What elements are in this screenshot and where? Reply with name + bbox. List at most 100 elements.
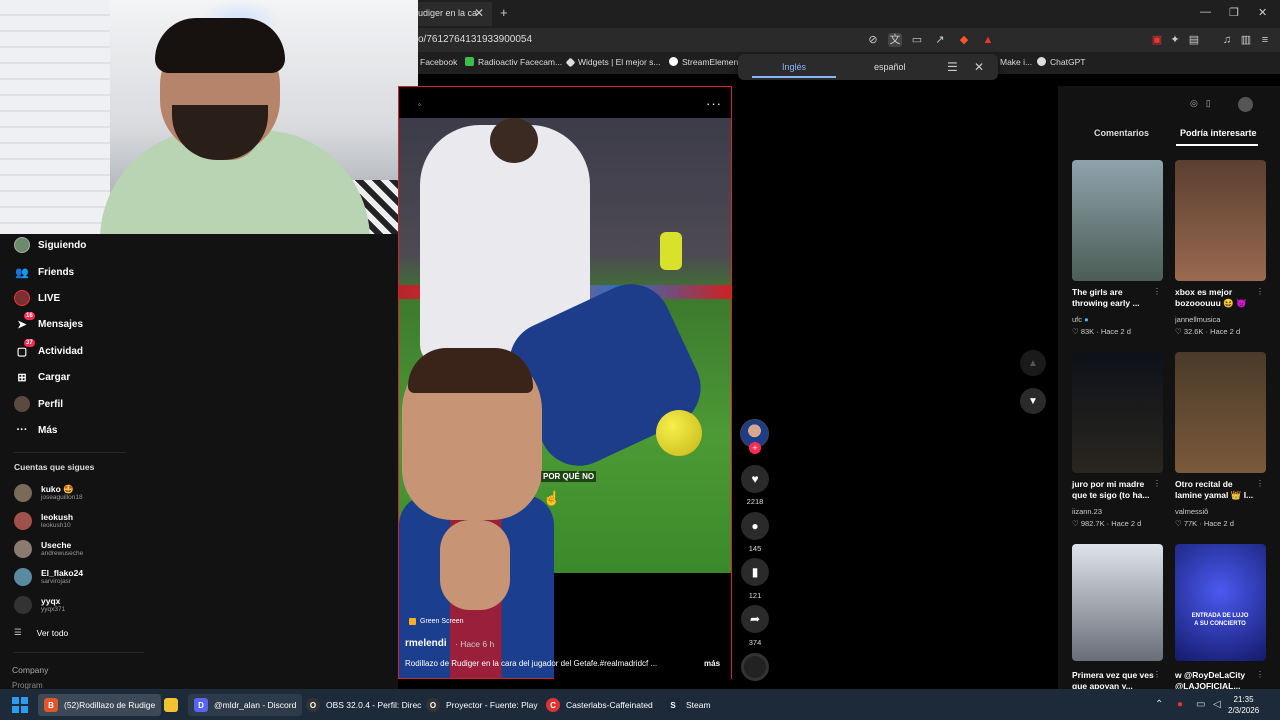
bookmark-widgets[interactable]: Widgets | El mejor s... (565, 57, 661, 68)
card-more-icon[interactable]: ⋮ (1153, 479, 1161, 488)
taskbar-item-projector[interactable]: O Proyector - Fuente: Play (420, 694, 544, 716)
tray-chevron-up-icon[interactable]: ⌃ (1155, 699, 1163, 710)
cast-icon[interactable]: ▭ (910, 33, 924, 47)
compass-icon[interactable]: ◎ (1190, 98, 1198, 109)
video-thumbnail[interactable] (1175, 160, 1266, 281)
menu-icon[interactable]: ≡ (1258, 33, 1272, 47)
sidebar-item-upload[interactable]: ⊞ Cargar (14, 367, 70, 387)
previous-video-chevron-up-icon[interactable]: ▲ (1020, 350, 1046, 376)
video-thumbnail[interactable] (1072, 160, 1163, 281)
like-button[interactable]: ♥ (741, 465, 769, 493)
sound-disc-icon[interactable] (741, 653, 769, 681)
avatar (14, 568, 32, 586)
window-close-icon[interactable]: ✕ (1258, 6, 1267, 19)
followed-account-useche[interactable]: Useche andrewuseche (14, 536, 83, 562)
tab-close-icon[interactable]: ✕ (474, 6, 484, 20)
video-more-options-icon[interactable]: ··· (706, 96, 722, 111)
minimize-icon[interactable]: — (1200, 6, 1211, 18)
save-button[interactable]: ▮ (741, 558, 769, 586)
sidebar-item-following[interactable]: Siguiendo (14, 235, 86, 255)
extensions-icon[interactable]: ✦ (1168, 33, 1182, 47)
avatar (14, 596, 32, 614)
video-thumbnail[interactable] (1072, 544, 1163, 661)
no-tracking-icon[interactable]: ⊘ (866, 33, 880, 47)
share-button[interactable]: ➦ (741, 605, 769, 633)
streamelements-icon (669, 57, 678, 66)
sidebar-item-friends[interactable]: 👥 Friends (14, 262, 74, 282)
translate-source-language[interactable]: Inglés (782, 62, 806, 72)
sidebar-item-profile[interactable]: Perfil (14, 394, 63, 414)
card-more-icon[interactable]: ⋮ (1153, 287, 1161, 296)
taskbar-item-discord[interactable]: D @mldr_alan - Discord (188, 694, 303, 716)
video-author[interactable]: rmelendi (405, 638, 447, 649)
card-author[interactable]: valmessiô (1175, 507, 1208, 516)
comment-button[interactable]: ● (741, 512, 769, 540)
taskbar-item-casterlabs[interactable]: C Casterlabs-Caffeinated (540, 694, 659, 716)
sidebar-item-more[interactable]: ··· Más (14, 420, 58, 440)
avatar (14, 484, 32, 502)
card-title[interactable]: Primera vez que ves que apoyan y... (1072, 670, 1157, 689)
share-icon[interactable]: ↗ (933, 33, 947, 47)
see-all-button[interactable]: ☰ Ver todo (14, 627, 68, 638)
taskbar-item-steam[interactable]: S Steam (660, 694, 717, 716)
card-author[interactable]: jannellmusica (1175, 315, 1220, 324)
card-title[interactable]: The girls are throwing early ... (1072, 287, 1157, 309)
windows-start-icon[interactable] (12, 697, 28, 713)
phone-icon[interactable]: ▯ (1206, 98, 1211, 109)
tab-might-interest[interactable]: Podría interesarte (1180, 128, 1257, 138)
followed-account-kuko[interactable]: kuko 🤩 joseaguillon18 (14, 480, 83, 506)
maximize-icon[interactable]: ❐ (1229, 6, 1239, 19)
card-more-icon[interactable]: ⋮ (1256, 479, 1264, 488)
video-thumbnail[interactable] (1175, 352, 1266, 473)
followed-account-elflako[interactable]: El_flako24 sarvirojasr (14, 564, 83, 590)
extension-red-icon[interactable]: ▣ (1150, 33, 1164, 47)
sidebar-item-live[interactable]: LIVE (14, 288, 60, 308)
card-author[interactable]: iizann.23 (1072, 507, 1102, 516)
card-title[interactable]: xbox es mejor bozooouuu 😆 😈 (1175, 287, 1260, 309)
card-more-icon[interactable]: ⋮ (1256, 670, 1264, 679)
microphone-icon[interactable]: ● (1177, 699, 1183, 710)
company-link[interactable]: Company (12, 665, 48, 675)
bookmark-radioactiv[interactable]: Radioactiv Facecam... (465, 57, 562, 67)
new-tab-icon[interactable]: + (500, 5, 508, 20)
network-icon[interactable]: ▭ (1196, 699, 1205, 710)
media-icon[interactable]: ♫ (1220, 33, 1234, 47)
green-screen-tag[interactable]: Green Screen (409, 618, 464, 625)
translate-target-language[interactable]: español (874, 62, 906, 72)
taskbar-item-browser[interactable]: B (52)Rodillazo de Rudige (38, 694, 162, 716)
translate-options-icon[interactable]: ☰ (947, 60, 958, 74)
card-title[interactable]: juro por mi madre que te sigo (to ha... (1072, 479, 1157, 501)
downloads-icon[interactable]: ▤ (1187, 33, 1201, 47)
card-title[interactable]: Otro recital de lamine yamal 👑 I... (1175, 479, 1260, 501)
sidebar-item-messages[interactable]: ➤ 16 Mensajes (14, 312, 83, 334)
bookmark-make[interactable]: Make i... (1000, 57, 1032, 67)
bookmark-facebook[interactable]: Facebook (420, 57, 457, 67)
sidebar-toggle-icon[interactable]: ▥ (1239, 33, 1253, 47)
brave-shield-icon[interactable]: ◆ (957, 33, 971, 47)
next-video-chevron-down-icon[interactable]: ▼ (1020, 388, 1046, 414)
card-title[interactable]: w @RoyDeLaCity @LAJOFICIAL... (1175, 670, 1260, 689)
brave-rewards-icon[interactable]: ▲ (981, 33, 995, 47)
follow-plus-icon[interactable]: + (749, 442, 761, 454)
description-more-button[interactable]: más (704, 659, 720, 668)
bookmark-streamelement[interactable]: StreamElement (669, 57, 741, 67)
video-thumbnail[interactable] (1072, 352, 1163, 473)
volume-icon[interactable]: ◁ (1213, 699, 1221, 710)
followed-account-yyqx[interactable]: yyqx yyqx371 (14, 592, 65, 618)
user-avatar[interactable] (1238, 97, 1253, 112)
card-more-icon[interactable]: ⋮ (1153, 670, 1161, 679)
system-clock[interactable]: 21:35 2/3/2026 (1228, 694, 1259, 716)
football (656, 410, 702, 456)
bookmark-chatgpt[interactable]: ChatGPT (1037, 57, 1085, 67)
video-thumbnail[interactable] (1175, 544, 1266, 661)
card-more-icon[interactable]: ⋮ (1256, 287, 1264, 296)
taskbar-item-explorer[interactable] (158, 694, 190, 716)
sidebar-item-activity[interactable]: ▢ 37 Actividad (14, 339, 83, 361)
tab-comments[interactable]: Comentarios (1094, 128, 1149, 138)
followed-account-leokush[interactable]: leokush leokush10 (14, 508, 73, 534)
taskbar-item-obs[interactable]: O OBS 32.0.4 - Perfil: Direc (300, 694, 427, 716)
url-field[interactable]: o/7612764131933900054 (418, 34, 532, 45)
card-author[interactable]: ufc ● (1072, 315, 1089, 324)
translate-close-icon[interactable]: ✕ (974, 60, 984, 74)
translate-icon[interactable]: 文 (888, 33, 902, 47)
